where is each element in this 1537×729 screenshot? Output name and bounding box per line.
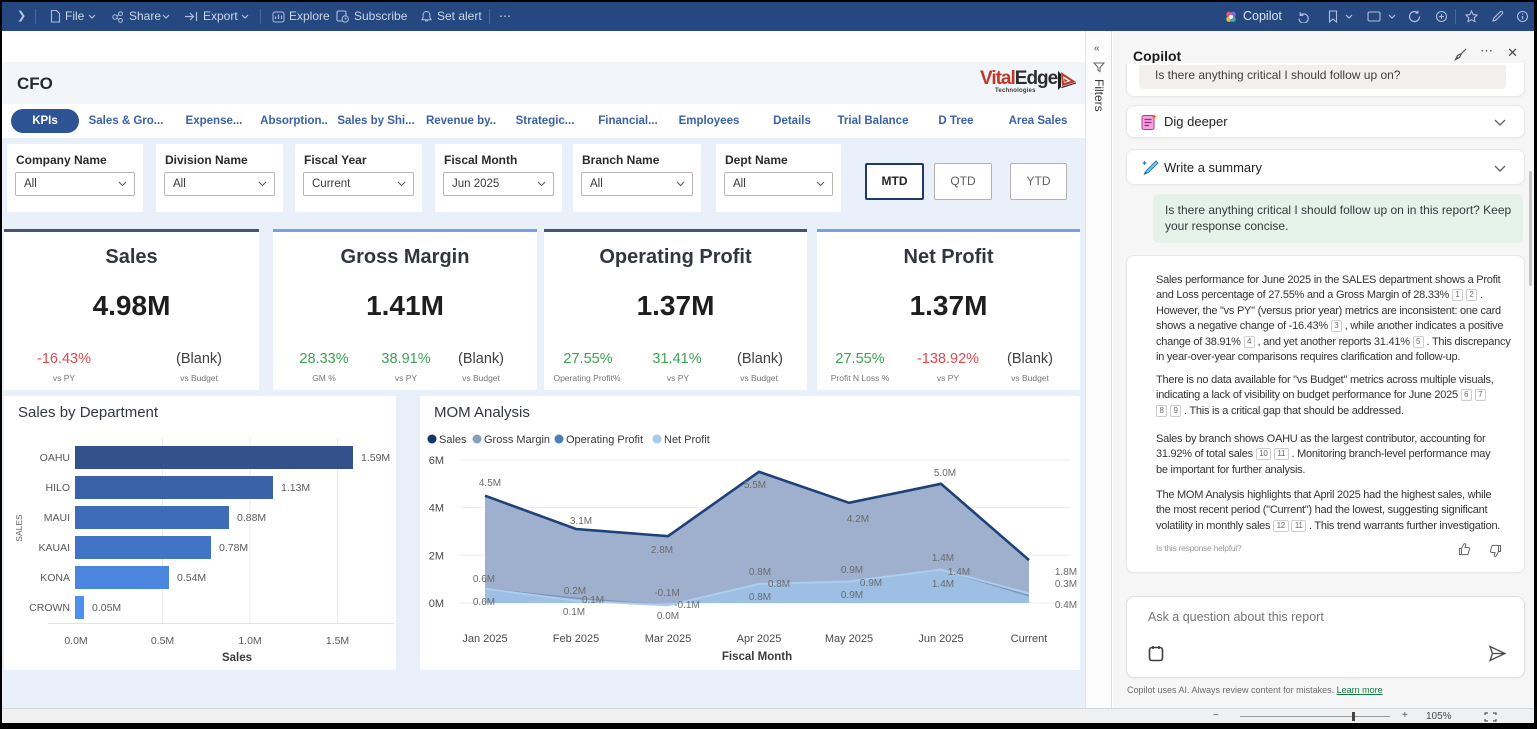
svg-text:4.5M: 4.5M [479, 478, 501, 489]
svg-text:Gross Margin: Gross Margin [484, 434, 550, 446]
svg-text:2M: 2M [429, 550, 444, 562]
svg-text:4.2M: 4.2M [847, 514, 869, 525]
svg-text:1.4M: 1.4M [932, 553, 954, 564]
svg-text:1.13M: 1.13M [281, 482, 310, 494]
svg-text:OAHU: OAHU [40, 452, 70, 464]
svg-text:0.8M: 0.8M [749, 567, 771, 578]
svg-text:0.6M: 0.6M [473, 597, 495, 608]
svg-text:0.54M: 0.54M [177, 572, 206, 584]
svg-text:Net Profit: Net Profit [664, 434, 710, 446]
svg-text:0.9M: 0.9M [841, 590, 863, 601]
svg-text:0.1M: 0.1M [582, 595, 604, 606]
svg-text:1.4M: 1.4M [948, 567, 970, 578]
svg-text:0.88M: 0.88M [237, 512, 266, 524]
svg-text:MAUI: MAUI [44, 512, 70, 524]
svg-text:-0.1M: -0.1M [674, 600, 700, 611]
svg-text:Operating Profit: Operating Profit [566, 434, 643, 446]
svg-text:1.4M: 1.4M [932, 579, 954, 590]
svg-text:May 2025: May 2025 [825, 633, 873, 645]
svg-text:0.8M: 0.8M [768, 579, 790, 590]
svg-text:0.0M: 0.0M [657, 611, 679, 622]
svg-text:1.8M: 1.8M [1055, 567, 1077, 578]
svg-text:6M: 6M [429, 455, 444, 467]
svg-text:5.0M: 5.0M [934, 468, 956, 479]
svg-text:0.9M: 0.9M [841, 565, 863, 576]
svg-text:5.5M: 5.5M [744, 480, 766, 491]
svg-text:1.59M: 1.59M [361, 452, 390, 464]
svg-text:Apr 2025: Apr 2025 [737, 633, 782, 645]
svg-text:KAUAI: KAUAI [38, 542, 70, 554]
svg-text:SALES: SALES [14, 514, 24, 542]
svg-text:Jan 2025: Jan 2025 [462, 633, 507, 645]
svg-text:1.5M: 1.5M [326, 635, 349, 647]
svg-text:-0.1M: -0.1M [654, 588, 680, 599]
svg-text:CROWN: CROWN [29, 602, 70, 614]
svg-text:0.8M: 0.8M [749, 592, 771, 603]
svg-text:0.9M: 0.9M [860, 578, 882, 589]
svg-text:HILO: HILO [45, 482, 70, 494]
svg-text:1.0M: 1.0M [238, 635, 261, 647]
svg-text:0.4M: 0.4M [1055, 600, 1077, 611]
svg-text:2.8M: 2.8M [651, 545, 673, 556]
svg-text:0M: 0M [429, 598, 444, 610]
svg-text:0.05M: 0.05M [92, 602, 121, 614]
svg-text:KONA: KONA [40, 572, 70, 584]
svg-text:4M: 4M [429, 503, 444, 515]
svg-text:Sales: Sales [222, 652, 252, 664]
svg-text:0.5M: 0.5M [151, 635, 174, 647]
svg-text:Sales: Sales [439, 434, 467, 446]
svg-text:Fiscal Month: Fiscal Month [722, 651, 792, 663]
svg-text:Mar 2025: Mar 2025 [645, 633, 691, 645]
svg-text:Current: Current [1011, 633, 1048, 645]
svg-text:Jun 2025: Jun 2025 [918, 633, 963, 645]
svg-text:Feb 2025: Feb 2025 [553, 633, 599, 645]
svg-text:0.1M: 0.1M [563, 607, 585, 618]
svg-text:0.0M: 0.0M [64, 635, 87, 647]
svg-text:0.78M: 0.78M [219, 542, 248, 554]
svg-text:0.6M: 0.6M [473, 574, 495, 585]
svg-text:3.1M: 3.1M [570, 516, 592, 527]
svg-text:0.3M: 0.3M [1055, 579, 1077, 590]
